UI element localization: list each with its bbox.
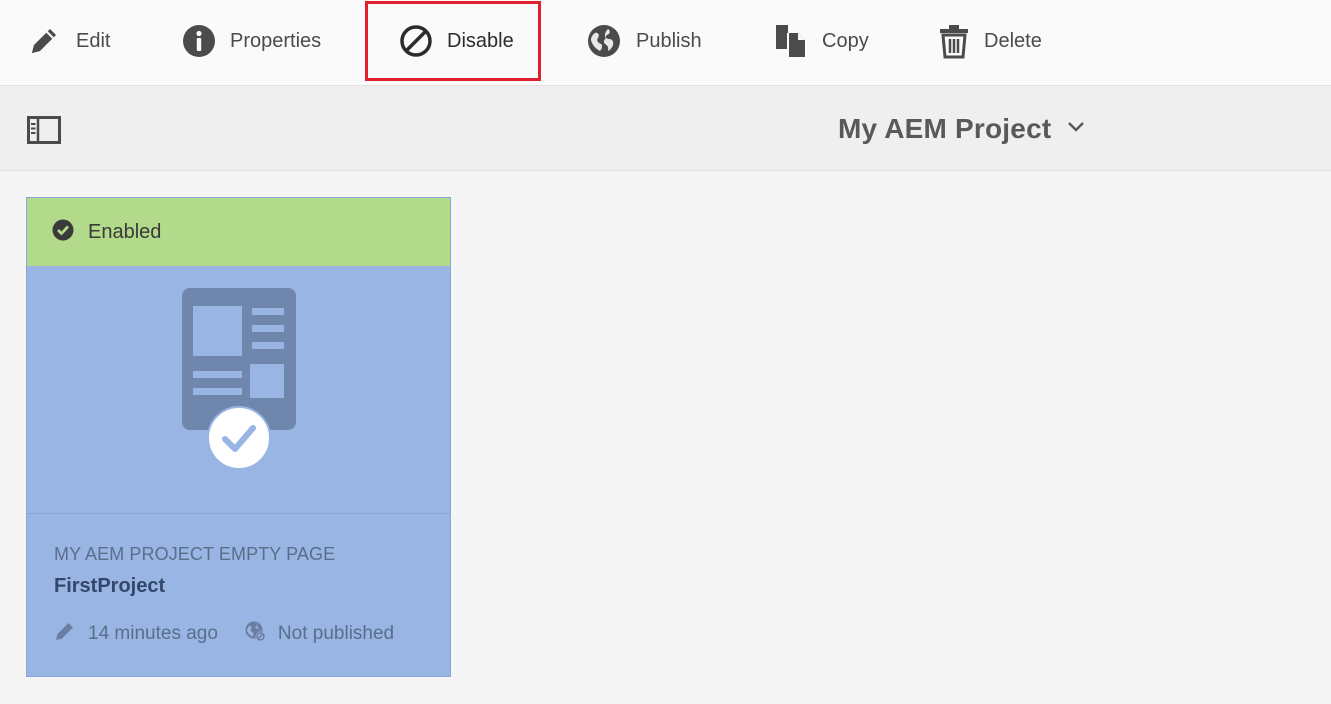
selected-check-icon <box>207 406 271 475</box>
globe-unpublished-icon <box>244 620 266 648</box>
trash-icon <box>938 23 970 59</box>
chevron-down-icon <box>1051 120 1085 138</box>
copy-button[interactable]: Copy <box>774 0 869 82</box>
modified-info: 14 minutes ago <box>54 620 218 648</box>
pencil-icon <box>26 23 62 59</box>
copy-label: Copy <box>822 29 869 52</box>
publish-button[interactable]: Publish <box>586 0 702 82</box>
publish-info: Not published <box>244 620 394 648</box>
properties-label: Properties <box>230 29 322 52</box>
project-title: My AEM Project <box>838 113 1052 144</box>
publish-label: Publish <box>636 29 702 52</box>
status-badge: Enabled <box>27 198 450 266</box>
info-icon <box>182 24 216 58</box>
edit-button[interactable]: Edit <box>26 0 110 82</box>
card-meta: 14 minutes ago Not published <box>54 620 434 648</box>
header-bar: My AEM Project <box>0 86 1331 171</box>
card-type: MY AEM PROJECT EMPTY PAGE <box>54 544 336 564</box>
rail-toggle-icon <box>27 116 61 148</box>
status-text: Enabled <box>88 220 162 243</box>
delete-button[interactable]: Delete <box>938 0 1042 82</box>
modified-time: 14 minutes ago <box>88 623 218 644</box>
publish-status: Not published <box>277 623 395 644</box>
rail-toggle-button[interactable] <box>27 116 61 149</box>
globe-icon <box>586 23 622 59</box>
card-info: MY AEM PROJECT EMPTY PAGE FirstProject 1… <box>54 544 434 648</box>
card-title: FirstProject <box>54 575 166 597</box>
copy-icon <box>774 23 808 59</box>
disable-button[interactable]: Disable <box>365 1 541 81</box>
delete-label: Delete <box>984 29 1042 52</box>
check-circle-icon <box>52 219 74 246</box>
disable-label: Disable <box>447 29 514 52</box>
edit-label: Edit <box>76 29 111 52</box>
pencil-small-icon <box>54 620 76 648</box>
page-card[interactable]: Enabled MY AEM PROJECT EMPTY PAGE FirstP <box>26 197 451 677</box>
properties-button[interactable]: Properties <box>182 0 321 82</box>
disable-icon <box>399 24 433 58</box>
card-thumbnail <box>27 266 450 514</box>
project-title-dropdown[interactable]: My AEM Project <box>838 111 1085 147</box>
action-toolbar: Edit Properties Disable Publish Copy Del… <box>0 0 1331 86</box>
